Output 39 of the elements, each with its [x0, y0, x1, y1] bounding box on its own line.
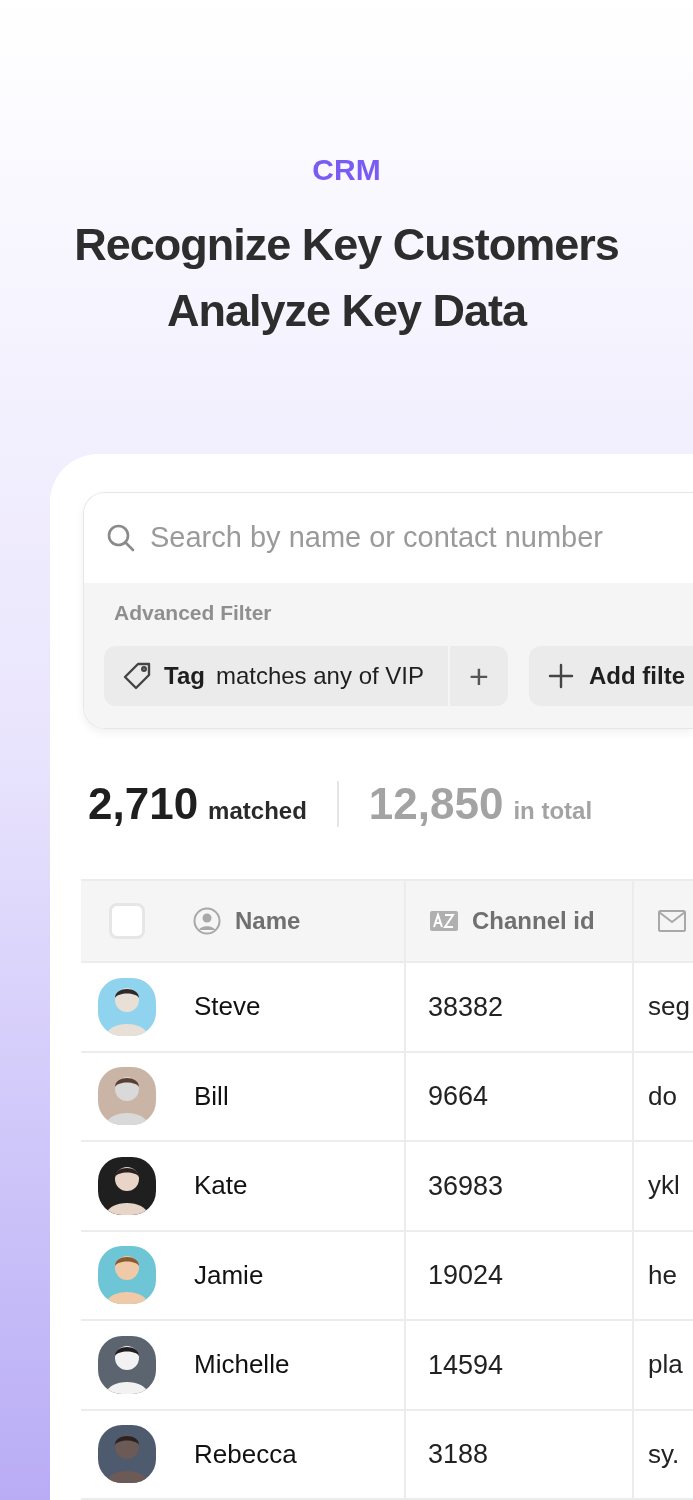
person-icon [193, 907, 221, 935]
table-cell-text: 9664 [428, 1080, 489, 1113]
name-cell-text: Jamie [194, 1258, 264, 1292]
table-cell-text: 36983 [428, 1169, 504, 1203]
table-cell-text: 3188 [428, 1438, 489, 1471]
table-cell-text: seg [648, 990, 690, 1024]
table-cell-text: do [648, 1079, 677, 1113]
search-icon [106, 523, 136, 553]
name-cell-text: Kate [194, 1169, 248, 1203]
total-label: in total [513, 796, 593, 826]
name-cell-text: Steve [194, 990, 261, 1024]
headline-text: Recognize Key Customers [74, 218, 619, 272]
add-filter-button[interactable]: Add filte [529, 646, 693, 706]
tag-icon [122, 662, 152, 690]
add-condition-button[interactable]: + [448, 646, 508, 706]
name-cell-text: Rebecca [194, 1437, 297, 1471]
column-header: Channel id [472, 906, 595, 936]
text-type-icon [430, 911, 458, 931]
table-cell-text: 38382 [428, 990, 504, 1024]
matched-count: 2,710 [88, 778, 199, 830]
eyebrow-text: CRM [312, 152, 381, 188]
search-field[interactable]: Search by name or contact number [150, 516, 693, 560]
name-cell-text: Bill [194, 1079, 229, 1113]
plus-icon [547, 662, 575, 690]
total-count: 12,850 [368, 778, 504, 830]
table-cell-text: 19024 [428, 1259, 504, 1292]
table-cell-text: ykl [648, 1169, 680, 1203]
table-cell-text: sy. [648, 1437, 680, 1471]
filter-chip[interactable]: Tag matches any of VIP [104, 646, 448, 706]
mail-icon [658, 910, 686, 932]
headline-text: Analyze Key Data [166, 284, 527, 338]
table-cell-text: he [648, 1258, 677, 1292]
table-cell-text: pla [648, 1348, 683, 1382]
column-header: Name [235, 906, 301, 936]
matched-label: matched [208, 796, 307, 826]
select-all-checkbox[interactable] [109, 903, 145, 939]
table-cell-text: 14594 [428, 1348, 504, 1382]
filter-title: Advanced Filter [113, 600, 273, 626]
name-cell-text: Michelle [194, 1348, 290, 1382]
